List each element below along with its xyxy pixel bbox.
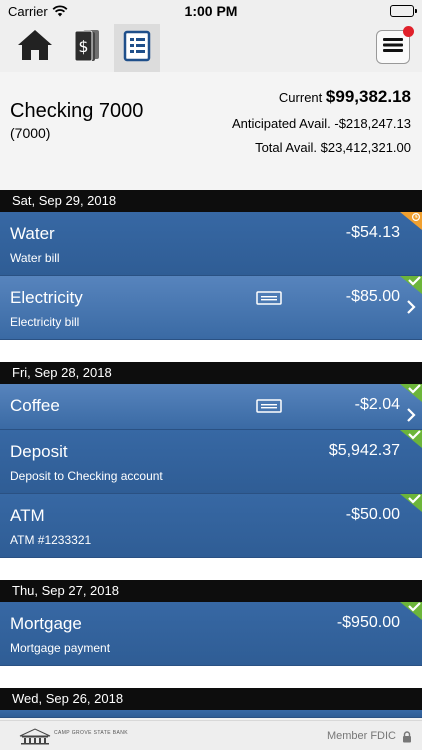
current-balance-label: Current bbox=[278, 90, 323, 105]
total-balance-row: Total Avail. $23,412,321.00 bbox=[255, 140, 411, 155]
transaction-row[interactable]: ATM ATM #1233321 -$50.00 bbox=[0, 494, 422, 558]
battery-icon bbox=[390, 5, 417, 17]
day-header: Sat, Sep 29, 2018 bbox=[0, 190, 422, 212]
day-header: Fri, Sep 28, 2018 bbox=[0, 362, 422, 384]
transaction-title: Deposit bbox=[10, 442, 68, 461]
transaction-row[interactable]: Mortgage Mortgage payment -$950.00 bbox=[0, 602, 422, 666]
day-group: Sat, Sep 29, 2018 Water Water bill -$54.… bbox=[0, 190, 422, 362]
account-summary: Checking 7000 (7000) Current $99,382.18 … bbox=[0, 72, 422, 190]
transaction-row[interactable]: Electricity Electricity bill -$85.00 bbox=[0, 276, 422, 340]
transaction-subtitle: Deposit to Checking account bbox=[10, 469, 163, 483]
home-icon bbox=[16, 28, 54, 67]
transaction-subtitle: ATM #1233321 bbox=[10, 533, 92, 547]
status-bar: Carrier 1:00 PM bbox=[0, 0, 422, 22]
total-balance-value: $23,412,321.00 bbox=[320, 140, 411, 155]
current-balance-value: $99,382.18 bbox=[325, 87, 411, 106]
account-number: (7000) bbox=[10, 125, 51, 141]
member-fdic-label: Member FDIC bbox=[326, 730, 396, 742]
transaction-amount: -$85.00 bbox=[345, 288, 400, 305]
transaction-row[interactable]: Water Water bill -$54.13 bbox=[0, 212, 422, 276]
transaction-title: Water bbox=[10, 224, 55, 243]
tab-accounts[interactable]: $ bbox=[64, 24, 110, 70]
transaction-list[interactable]: Sat, Sep 29, 2018 Water Water bill -$54.… bbox=[0, 190, 422, 718]
day-group: Fri, Sep 28, 2018 Coffee -$2.04 Deposit … bbox=[0, 362, 422, 580]
day-spacer bbox=[0, 666, 422, 688]
transaction-amount: -$54.13 bbox=[345, 224, 400, 241]
transaction-title: Electricity bbox=[10, 288, 83, 307]
transaction-title: Mortgage bbox=[10, 614, 82, 633]
cleared-check-icon bbox=[400, 494, 422, 512]
anticipated-balance-value: -$218,247.13 bbox=[334, 116, 411, 131]
notification-badge bbox=[403, 26, 414, 37]
anticipated-balance-label: Anticipated Avail. bbox=[231, 116, 331, 131]
transaction-row-partial[interactable] bbox=[0, 710, 422, 718]
ledger-icon bbox=[123, 30, 151, 67]
memo-note-icon[interactable] bbox=[256, 291, 282, 310]
account-name: Checking 7000 bbox=[10, 100, 144, 122]
lock-icon bbox=[402, 730, 412, 748]
transaction-title: ATM bbox=[10, 506, 45, 525]
transaction-row[interactable]: Deposit Deposit to Checking account $5,9… bbox=[0, 430, 422, 494]
pending-clock-icon bbox=[400, 212, 422, 230]
money-cards-icon: $ bbox=[69, 27, 105, 68]
bank-logo-icon bbox=[18, 727, 52, 750]
cleared-check-icon bbox=[400, 430, 422, 448]
cleared-check-icon bbox=[400, 384, 422, 402]
footer: CAMP GROVE STATE BANK Member FDIC bbox=[0, 720, 422, 750]
day-header: Thu, Sep 27, 2018 bbox=[0, 580, 422, 602]
svg-text:$: $ bbox=[78, 37, 88, 56]
transaction-row[interactable]: Coffee -$2.04 bbox=[0, 384, 422, 430]
transaction-title: Coffee bbox=[10, 396, 60, 415]
day-header: Wed, Sep 26, 2018 bbox=[0, 688, 422, 710]
cleared-check-icon bbox=[400, 602, 422, 620]
transaction-amount: -$50.00 bbox=[345, 506, 400, 523]
day-spacer bbox=[0, 340, 422, 362]
day-group: Thu, Sep 27, 2018 Mortgage Mortgage paym… bbox=[0, 580, 422, 688]
tab-home[interactable] bbox=[12, 24, 58, 70]
day-spacer bbox=[0, 558, 422, 580]
transaction-subtitle: Mortgage payment bbox=[10, 641, 111, 655]
transaction-subtitle: Electricity bill bbox=[10, 315, 80, 329]
transaction-subtitle: Water bill bbox=[10, 251, 60, 265]
hamburger-menu-icon bbox=[383, 37, 403, 58]
transaction-amount: $5,942.37 bbox=[328, 442, 400, 459]
top-navigation: $ bbox=[0, 22, 422, 72]
bank-name: CAMP GROVE STATE BANK bbox=[54, 730, 128, 736]
current-balance-row: Current $99,382.18 bbox=[279, 87, 411, 107]
day-group: Wed, Sep 26, 2018 bbox=[0, 688, 422, 718]
cleared-check-icon bbox=[400, 276, 422, 294]
clock: 1:00 PM bbox=[184, 3, 238, 19]
transaction-amount: -$950.00 bbox=[336, 614, 400, 631]
anticipated-balance-row: Anticipated Avail. -$218,247.13 bbox=[232, 116, 411, 131]
memo-note-icon[interactable] bbox=[256, 399, 282, 418]
chevron-right-icon bbox=[406, 300, 416, 319]
chevron-right-icon bbox=[406, 408, 416, 427]
menu-button[interactable] bbox=[376, 26, 414, 64]
total-balance-label: Total Avail. bbox=[255, 140, 317, 155]
tab-transactions[interactable] bbox=[114, 24, 160, 72]
transaction-amount: -$2.04 bbox=[354, 396, 400, 413]
